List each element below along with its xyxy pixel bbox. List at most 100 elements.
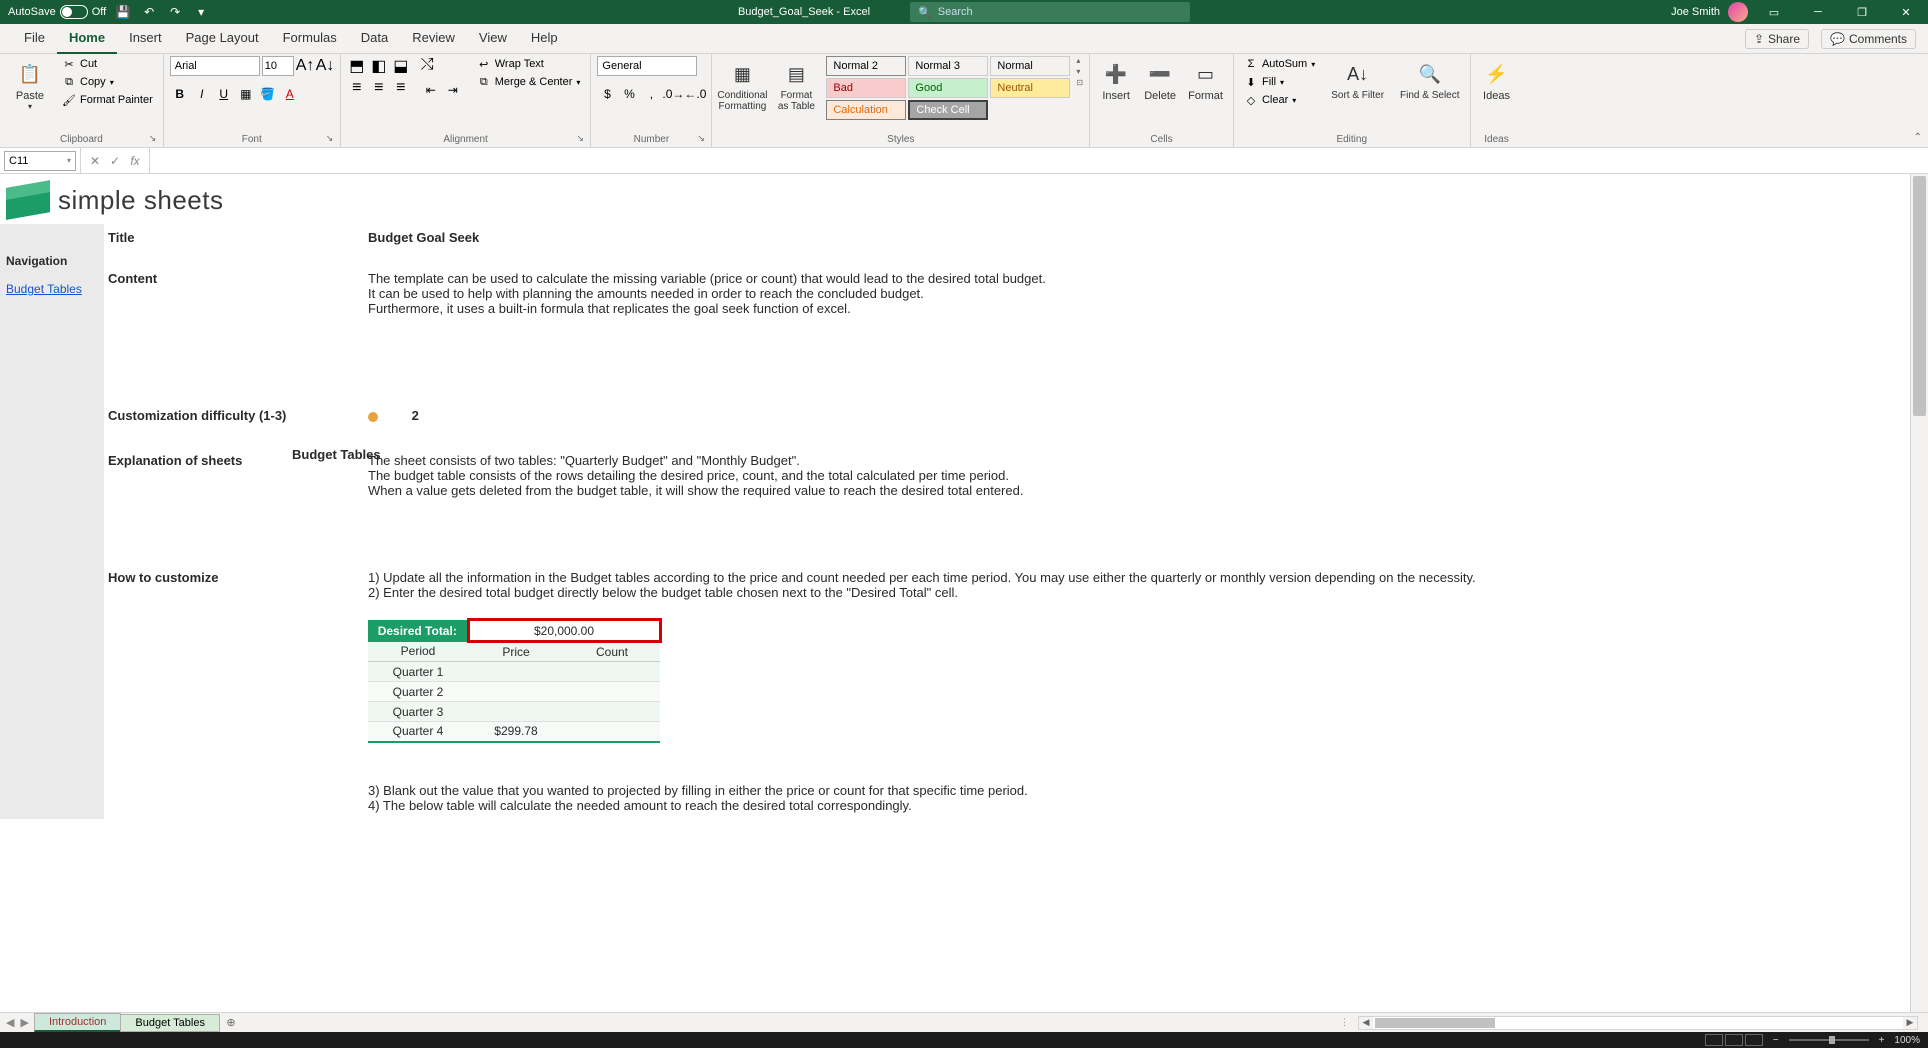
view-normal-icon[interactable] (1705, 1034, 1723, 1046)
alignment-dialog-launcher[interactable]: ↘ (576, 133, 588, 145)
tab-page-layout[interactable]: Page Layout (174, 24, 271, 54)
name-box[interactable]: C11 ▾ (4, 151, 76, 171)
sheet-nav-prev-icon[interactable]: ◀ (6, 1016, 14, 1029)
delete-cells-button[interactable]: ➖Delete (1140, 56, 1180, 104)
orientation-icon[interactable]: ⤭ (421, 56, 463, 76)
save-icon[interactable]: 💾 (114, 3, 132, 21)
styles-more-icon[interactable]: ⊡ (1076, 78, 1083, 87)
view-page-break-icon[interactable] (1745, 1034, 1763, 1046)
wrap-text-button[interactable]: ↩Wrap Text (473, 56, 585, 72)
enter-formula-icon[interactable]: ✓ (107, 154, 123, 168)
cell-styles-gallery[interactable]: Normal 2 Normal 3 Normal Bad Good Neutra… (826, 56, 1070, 120)
style-normal[interactable]: Normal (990, 56, 1070, 76)
tab-view[interactable]: View (467, 24, 519, 54)
ribbon-display-options-icon[interactable]: ▭ (1756, 0, 1792, 24)
find-select-button[interactable]: 🔍Find & Select (1396, 56, 1463, 103)
tab-file[interactable]: File (12, 24, 57, 54)
merge-center-button[interactable]: ⧉Merge & Center▾ (473, 74, 585, 90)
font-color-button[interactable]: A (280, 84, 300, 104)
minimize-icon[interactable]: ─ (1800, 0, 1836, 24)
bold-button[interactable]: B (170, 84, 190, 104)
add-sheet-button[interactable]: ⊕ (220, 1016, 242, 1029)
style-neutral[interactable]: Neutral (990, 78, 1070, 98)
horizontal-scrollbar[interactable]: ◀ ▶ (1358, 1016, 1918, 1030)
tab-split-handle[interactable]: ⋮ (1340, 1017, 1348, 1028)
hscroll-thumb[interactable] (1375, 1018, 1495, 1028)
tab-data[interactable]: Data (349, 24, 400, 54)
ideas-button[interactable]: ⚡Ideas (1477, 56, 1517, 104)
formula-input[interactable] (150, 151, 1928, 171)
autosave-toggle[interactable]: AutoSave Off (8, 5, 106, 19)
align-top-icon[interactable]: ⬒ (347, 56, 367, 76)
comma-format-icon[interactable]: , (641, 84, 661, 104)
number-format-select[interactable] (597, 56, 697, 76)
style-good[interactable]: Good (908, 78, 988, 98)
format-as-table-button[interactable]: ▤ Format as Table (772, 56, 820, 114)
align-left-icon[interactable]: ≡ (347, 78, 367, 98)
zoom-in-icon[interactable]: + (1879, 1035, 1885, 1046)
italic-button[interactable]: I (192, 84, 212, 104)
zoom-slider[interactable] (1789, 1039, 1869, 1041)
collapse-ribbon-icon[interactable]: ⌃ (1914, 132, 1922, 143)
scrollbar-thumb[interactable] (1913, 176, 1926, 416)
tab-help[interactable]: Help (519, 24, 570, 54)
style-check-cell[interactable]: Check Cell (908, 100, 988, 120)
cut-button[interactable]: ✂Cut (58, 56, 157, 72)
clipboard-dialog-launcher[interactable]: ↘ (149, 133, 161, 145)
conditional-formatting-button[interactable]: ▦ Conditional Formatting (718, 56, 766, 114)
copy-button[interactable]: ⧉Copy▾ (58, 74, 157, 90)
sheet-tab-introduction[interactable]: Introduction (34, 1013, 121, 1032)
redo-icon[interactable]: ↷ (166, 3, 184, 21)
paste-button[interactable]: 📋 Paste ▾ (6, 56, 54, 113)
share-button[interactable]: ⇪ Share (1745, 29, 1809, 49)
underline-button[interactable]: U (214, 84, 234, 104)
cancel-formula-icon[interactable]: ✕ (87, 154, 103, 168)
search-box[interactable]: 🔍 Search (910, 2, 1190, 22)
align-bottom-icon[interactable]: ⬓ (391, 56, 411, 76)
view-page-layout-icon[interactable] (1725, 1034, 1743, 1046)
font-dialog-launcher[interactable]: ↘ (326, 133, 338, 145)
align-middle-icon[interactable]: ◧ (369, 56, 389, 76)
zoom-level[interactable]: 100% (1894, 1035, 1920, 1046)
user-avatar-icon[interactable] (1728, 2, 1748, 22)
style-calculation[interactable]: Calculation (826, 100, 906, 120)
hscroll-right-icon[interactable]: ▶ (1903, 1017, 1917, 1029)
font-name-select[interactable] (170, 56, 260, 76)
increase-indent-icon[interactable]: ⇥ (443, 80, 463, 100)
align-right-icon[interactable]: ≡ (391, 78, 411, 98)
style-bad[interactable]: Bad (826, 78, 906, 98)
nav-link-budget-tables[interactable]: Budget Tables (6, 282, 82, 296)
decrease-decimal-icon[interactable]: ←.0 (685, 84, 705, 104)
accounting-format-icon[interactable]: $ (597, 84, 617, 104)
increase-decimal-icon[interactable]: .0→ (663, 84, 683, 104)
insert-function-icon[interactable]: fx (127, 154, 143, 168)
borders-button[interactable]: ▦ (236, 84, 256, 104)
zoom-out-icon[interactable]: − (1773, 1035, 1779, 1046)
fill-button[interactable]: ⬇Fill▾ (1240, 74, 1319, 90)
undo-icon[interactable]: ↶ (140, 3, 158, 21)
align-center-icon[interactable]: ≡ (369, 78, 389, 98)
format-cells-button[interactable]: ▭Format (1184, 56, 1227, 104)
clear-button[interactable]: ◇Clear▾ (1240, 92, 1319, 108)
autosave-switch-icon[interactable] (60, 5, 88, 19)
sort-filter-button[interactable]: A↓Sort & Filter (1327, 56, 1388, 103)
styles-scroll-down-icon[interactable]: ▾ (1076, 67, 1083, 76)
fill-color-button[interactable]: 🪣 (258, 84, 278, 104)
maximize-icon[interactable]: ❐ (1844, 0, 1880, 24)
tab-formulas[interactable]: Formulas (271, 24, 349, 54)
style-normal-3[interactable]: Normal 3 (908, 56, 988, 76)
style-normal-2[interactable]: Normal 2 (826, 56, 906, 76)
decrease-indent-icon[interactable]: ⇤ (421, 80, 441, 100)
hscroll-left-icon[interactable]: ◀ (1359, 1017, 1373, 1029)
decrease-font-icon[interactable]: A↓ (316, 57, 334, 75)
qat-customize-icon[interactable]: ▾ (192, 3, 210, 21)
desired-total-value[interactable]: $20,000.00 (468, 620, 660, 642)
format-painter-button[interactable]: 🖌Format Painter (58, 92, 157, 108)
comments-button[interactable]: 💬 Comments (1821, 29, 1916, 49)
autosum-button[interactable]: ΣAutoSum▾ (1240, 56, 1319, 72)
close-icon[interactable]: ✕ (1888, 0, 1924, 24)
sheet-nav-next-icon[interactable]: ▶ (20, 1016, 28, 1029)
styles-scroll-up-icon[interactable]: ▴ (1076, 56, 1083, 65)
percent-format-icon[interactable]: % (619, 84, 639, 104)
sheet-tab-budget-tables[interactable]: Budget Tables (120, 1014, 220, 1032)
